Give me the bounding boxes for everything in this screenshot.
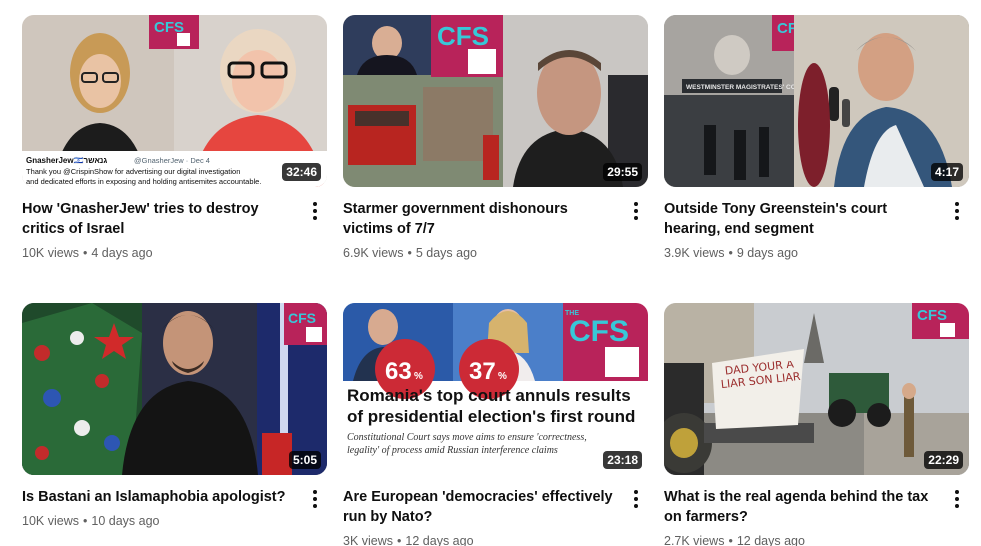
- percent-sign: %: [498, 371, 507, 382]
- percent-sign: %: [414, 371, 423, 382]
- view-count: 2.7K views: [664, 534, 725, 546]
- duration-badge: 4:17: [930, 163, 963, 181]
- cfs-logo: CFS: [437, 21, 489, 51]
- thumbnail-image: 63 % 37 % THE CFS Romania's top court an…: [343, 303, 648, 475]
- video-title[interactable]: What is the real agenda behind the tax o…: [664, 487, 939, 527]
- separator: •: [82, 246, 88, 260]
- video-title[interactable]: Are European 'democracies' effectively r…: [343, 487, 618, 527]
- duration-badge: 5:05: [288, 451, 321, 469]
- cfs-logo: CFS: [288, 310, 316, 326]
- more-options-icon[interactable]: [945, 487, 969, 511]
- thumbnail-image: CFS GnasherJew🇮🇱גנאשר @GnasherJew · Dec …: [22, 15, 327, 187]
- cfs-logo: CFS: [917, 307, 947, 324]
- tweet-account: @GnasherJew · Dec 4: [134, 156, 210, 165]
- video-title[interactable]: Starmer government dishonours victims of…: [343, 199, 618, 239]
- video-title[interactable]: How 'GnasherJew' tries to destroy critic…: [22, 199, 297, 239]
- upload-age: 10 days ago: [91, 514, 160, 528]
- video-card[interactable]: DAD YOUR A LIAR SON LIAR CFS 22:29 What …: [664, 303, 969, 546]
- more-options-icon[interactable]: [303, 487, 327, 511]
- upload-age: 9 days ago: [736, 246, 799, 260]
- result-percent-1: 63: [385, 358, 412, 385]
- more-options-icon[interactable]: [624, 487, 648, 511]
- video-card[interactable]: WESTMINSTER MAGISTRATES' COURT CFS 4:17 …: [664, 15, 969, 262]
- video-title[interactable]: Is Bastani an Islamaphobia apologist?: [22, 487, 297, 507]
- video-stats: 10K views • 10 days ago: [22, 512, 297, 530]
- upload-age: 12 days ago: [736, 534, 805, 546]
- video-stats: 10K views • 4 days ago: [22, 244, 297, 262]
- more-options-icon[interactable]: [945, 199, 969, 223]
- upload-age: 5 days ago: [415, 246, 478, 260]
- video-thumbnail[interactable]: CFS GnasherJew🇮🇱גנאשר @GnasherJew · Dec …: [22, 15, 327, 187]
- video-card[interactable]: CFS 29:55 Starmer government dishonours …: [343, 15, 648, 262]
- thumbnail-image: CFS: [22, 303, 327, 475]
- video-card[interactable]: 63 % 37 % THE CFS Romania's top court an…: [343, 303, 648, 546]
- tweet-handle: GnasherJew🇮🇱גנאשר: [26, 156, 107, 165]
- separator: •: [407, 246, 412, 260]
- thumbnail-image: CFS: [343, 15, 648, 187]
- video-stats: 3.9K views • 9 days ago: [664, 244, 939, 262]
- view-count: 10K views: [22, 246, 79, 260]
- duration-badge: 22:29: [924, 451, 963, 469]
- video-thumbnail[interactable]: CFS 29:55: [343, 15, 648, 187]
- thumbnail-image: DAD YOUR A LIAR SON LIAR CFS: [664, 303, 969, 475]
- thumbnail-subline: Constitutional Court says move aims to e…: [347, 432, 587, 456]
- video-card[interactable]: CFS 5:05 Is Bastani an Islamaphobia apol…: [22, 303, 327, 530]
- thumbnail-image: WESTMINSTER MAGISTRATES' COURT CFS: [664, 15, 969, 187]
- thumbnail-headline: Romania's top court annuls results of pr…: [347, 386, 636, 426]
- separator: •: [728, 246, 733, 260]
- more-options-icon[interactable]: [624, 199, 648, 223]
- more-options-icon[interactable]: [303, 199, 327, 223]
- separator: •: [728, 534, 733, 546]
- duration-badge: 29:55: [603, 163, 642, 181]
- separator: •: [82, 514, 88, 528]
- result-percent-2: 37: [469, 358, 496, 385]
- tweet-line: and dedicated efforts in exposing and ho…: [26, 177, 261, 186]
- video-stats: 2.7K views • 12 days ago: [664, 532, 939, 546]
- duration-badge: 23:18: [603, 451, 642, 469]
- view-count: 3K views: [343, 534, 394, 546]
- video-thumbnail[interactable]: 63 % 37 % THE CFS Romania's top court an…: [343, 303, 648, 475]
- video-stats: 3K views • 12 days ago: [343, 532, 618, 546]
- separator: •: [397, 534, 402, 546]
- view-count: 10K views: [22, 514, 79, 528]
- tweet-line: Thank you @CrispinShow for advertising o…: [26, 167, 240, 176]
- court-sign: WESTMINSTER MAGISTRATES' COURT: [686, 84, 809, 91]
- video-stats: 6.9K views • 5 days ago: [343, 244, 618, 262]
- video-thumbnail[interactable]: WESTMINSTER MAGISTRATES' COURT CFS 4:17: [664, 15, 969, 187]
- duration-badge: 32:46: [282, 163, 321, 181]
- upload-age: 4 days ago: [91, 246, 153, 260]
- video-thumbnail[interactable]: DAD YOUR A LIAR SON LIAR CFS 22:29: [664, 303, 969, 475]
- video-card[interactable]: CFS GnasherJew🇮🇱גנאשר @GnasherJew · Dec …: [22, 15, 327, 262]
- upload-age: 12 days ago: [405, 534, 474, 546]
- video-title[interactable]: Outside Tony Greenstein's court hearing,…: [664, 199, 939, 239]
- cfs-logo: CFS: [569, 315, 629, 348]
- protest-banner: DAD YOUR A LIAR SON LIAR: [720, 361, 802, 392]
- view-count: 3.9K views: [664, 246, 725, 260]
- view-count: 6.9K views: [343, 246, 404, 260]
- video-thumbnail[interactable]: CFS 5:05: [22, 303, 327, 475]
